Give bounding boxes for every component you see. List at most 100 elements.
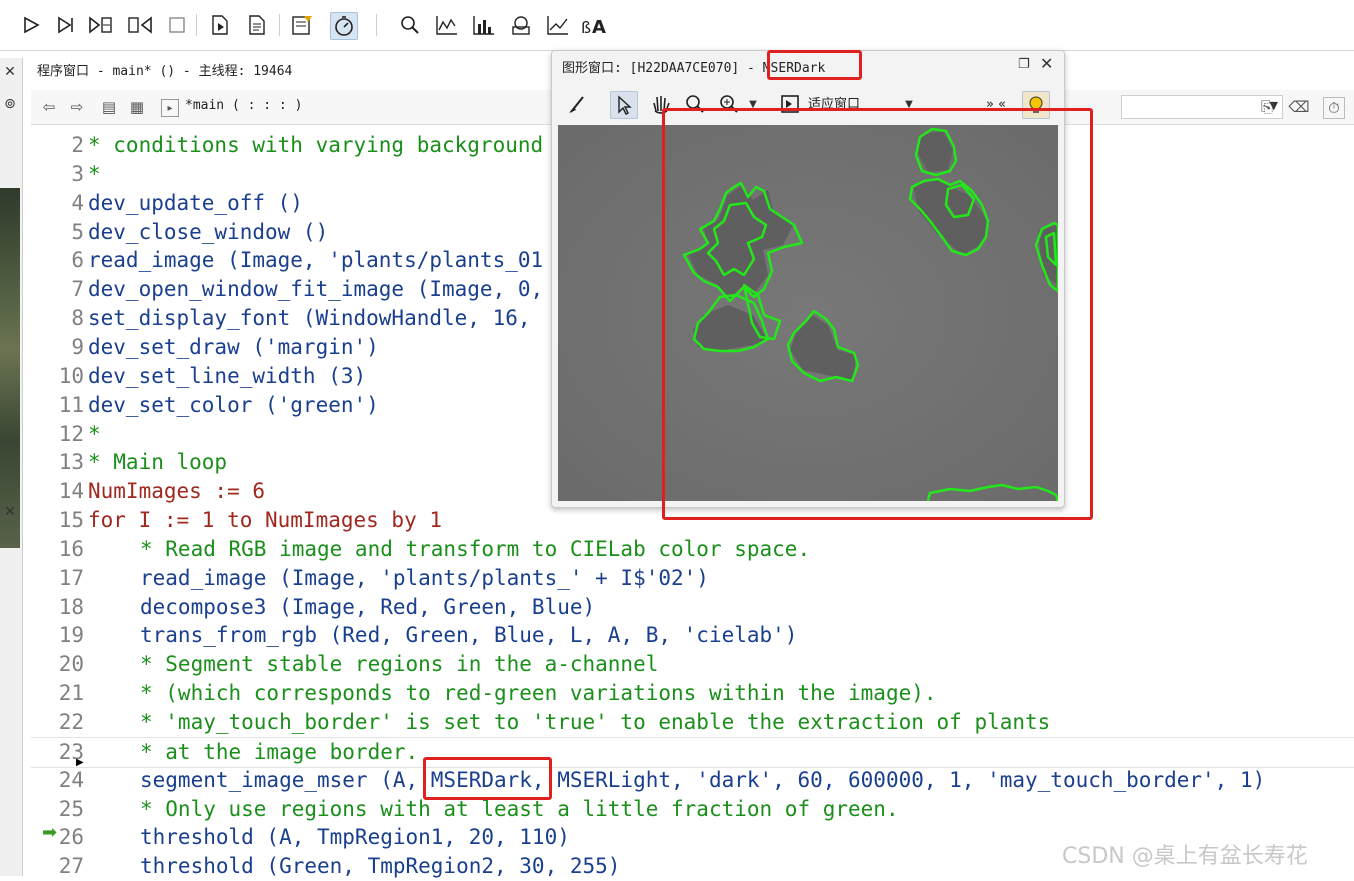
code-text: dev_update_off () [88, 190, 303, 215]
histogram-icon[interactable] [434, 12, 460, 38]
code-text: * Segment stable regions in the a-channe… [140, 652, 659, 677]
line-number: 5 [71, 219, 84, 244]
annotation-box-title [767, 50, 862, 80]
code-text: * at the image border. [140, 739, 419, 764]
brush-icon[interactable] [564, 91, 590, 117]
ocr-icon[interactable]: ßA [580, 12, 606, 38]
reset-program-icon[interactable] [207, 12, 233, 38]
code-text: * 'may_touch_border' is set to 'true' to… [140, 710, 1051, 734]
line-number: 22 [58, 710, 84, 734]
grid-icon[interactable]: ▦ [127, 97, 147, 117]
svg-text:ß: ß [581, 18, 591, 37]
reset-all-icon[interactable] [243, 12, 269, 38]
code-text: for I := 1 to NumImages by 1 [88, 508, 443, 533]
code-line[interactable]: 24 segment_image_mser (A, MSERDark, MSERL… [31, 766, 1354, 795]
code-text: read_image (Image, 'plants/plants_01 [88, 248, 544, 273]
line-number: 15 [58, 508, 84, 533]
code-text: * Read RGB image and transform to CIELab… [140, 536, 811, 561]
code-text: read_image (Image, 'plants/plants_' + I$… [140, 565, 709, 590]
code-line[interactable]: 18 decompose3 (Image, Red, Green, Blue) [31, 593, 1354, 622]
code-line[interactable]: 25 * Only use regions with at least a lit… [31, 795, 1354, 824]
close-icon[interactable]: ✕ [2, 504, 18, 520]
insert-cursor-marker: ▶ [76, 757, 84, 768]
code-text: NumImages := 6 [88, 479, 266, 504]
annotation-box-regions [662, 108, 1093, 520]
code-line[interactable]: 20 * Segment stable regions in the a-chan… [31, 650, 1354, 679]
code-text: segment_image_mser (A, MSERDark, MSERLig… [140, 767, 1266, 792]
code-line[interactable]: 17 read_image (Image, 'plants/plants_' + … [31, 564, 1354, 593]
code-text: * conditions with varying background [88, 133, 544, 157]
pin-icon[interactable]: ⊚ [2, 96, 18, 112]
code-text: * (which corresponds to red-green variat… [140, 681, 937, 706]
code-text: * [88, 421, 101, 446]
line-number: 10 [58, 363, 84, 388]
line-number: 2 [71, 133, 84, 157]
line-number: 14 [58, 479, 84, 504]
line-number: 4 [71, 190, 84, 215]
line-number: 11 [58, 392, 84, 417]
line-number: 25 [58, 796, 84, 821]
line-number: 6 [71, 248, 84, 273]
clear-icon[interactable]: ⌫ [1288, 97, 1309, 117]
line-number: 20 [58, 652, 84, 677]
line-profile-icon[interactable] [471, 12, 497, 38]
code-text: threshold (A, TmpRegion1, 20, 110) [140, 825, 570, 850]
code-text: * Main loop [88, 450, 228, 475]
assistant-icon[interactable] [289, 12, 315, 38]
code-line[interactable]: 23 * at the image border. [31, 736, 1354, 768]
line-number: 8 [71, 306, 84, 331]
code-text: dev_open_window_fit_image (Image, 0, [88, 277, 544, 302]
code-line[interactable]: 19 trans_from_rgb (Red, Green, Blue, L, A… [31, 621, 1354, 650]
toolbar-separator [196, 14, 197, 36]
zoom-icon[interactable] [397, 12, 423, 38]
code-text: dev_set_line_width (3) [88, 363, 367, 388]
line-number: 27 [58, 854, 84, 879]
timer-icon[interactable]: ⏱ [1323, 97, 1345, 119]
code-text: dev_close_window () [88, 219, 329, 244]
close-icon[interactable]: ✕ [2, 64, 18, 80]
step-over-icon[interactable] [53, 12, 79, 38]
code-line[interactable]: 22 * 'may_touch_border' is set to 'true' … [31, 708, 1354, 737]
line-number: 16 [58, 536, 84, 561]
line-number: 17 [58, 565, 84, 590]
line-number: 18 [58, 594, 84, 619]
step-out-icon[interactable] [127, 12, 153, 38]
copy-icon[interactable]: ⎘ [1257, 97, 1277, 117]
line-number: 24 [58, 767, 84, 792]
code-text: dev_set_color ('green') [88, 392, 379, 417]
annotation-box-parameter [423, 757, 552, 800]
plot-icon[interactable] [545, 12, 571, 38]
close-icon[interactable]: ✕ [1040, 55, 1056, 73]
code-text: * [88, 161, 101, 186]
code-text: decompose3 (Image, Red, Green, Blue) [140, 594, 596, 619]
svg-text:A: A [592, 17, 606, 37]
left-panel-strip: ✕ ⊚ ✕ [0, 58, 23, 876]
line-number: 7 [71, 277, 84, 302]
clipboard-icon[interactable]: ▤ [99, 97, 119, 117]
line-number: 3 [71, 161, 84, 186]
program-counter-icon: ➡ [42, 822, 58, 843]
watermark: CSDN @桌上有盆长寿花 [1062, 844, 1308, 869]
code-line[interactable]: 16 * Read RGB image and transform to CIEL… [31, 535, 1354, 564]
run-icon[interactable] [18, 12, 44, 38]
toolbar-separator [279, 14, 280, 36]
line-number: 21 [58, 681, 84, 706]
program-window-title: 程序窗口 - main* () - 主线程: 19464 [37, 64, 293, 79]
line-number: 12 [58, 421, 84, 446]
code-text: dev_set_draw ('margin') [88, 334, 379, 359]
main-toolbar: ßA [0, 0, 1354, 51]
line-number: 19 [58, 623, 84, 648]
pointer-icon[interactable] [610, 91, 638, 119]
procedure-icon[interactable]: ▸ [161, 99, 179, 117]
code-text: threshold (Green, TmpRegion2, 30, 255) [140, 854, 621, 879]
procedure-select[interactable]: *main ( : : : ) [185, 95, 575, 117]
profiler-icon[interactable] [330, 12, 358, 40]
code-line[interactable]: 21 * (which corresponds to red-green vari… [31, 679, 1354, 708]
restore-icon[interactable]: ❐ [1018, 57, 1034, 73]
back-icon[interactable]: ⇦ [39, 97, 59, 117]
step-into-icon[interactable] [88, 12, 114, 38]
line-number: 13 [58, 450, 84, 475]
feature-inspection-icon[interactable] [508, 12, 534, 38]
forward-icon[interactable]: ⇨ [67, 97, 87, 117]
stop-icon[interactable] [164, 12, 190, 38]
